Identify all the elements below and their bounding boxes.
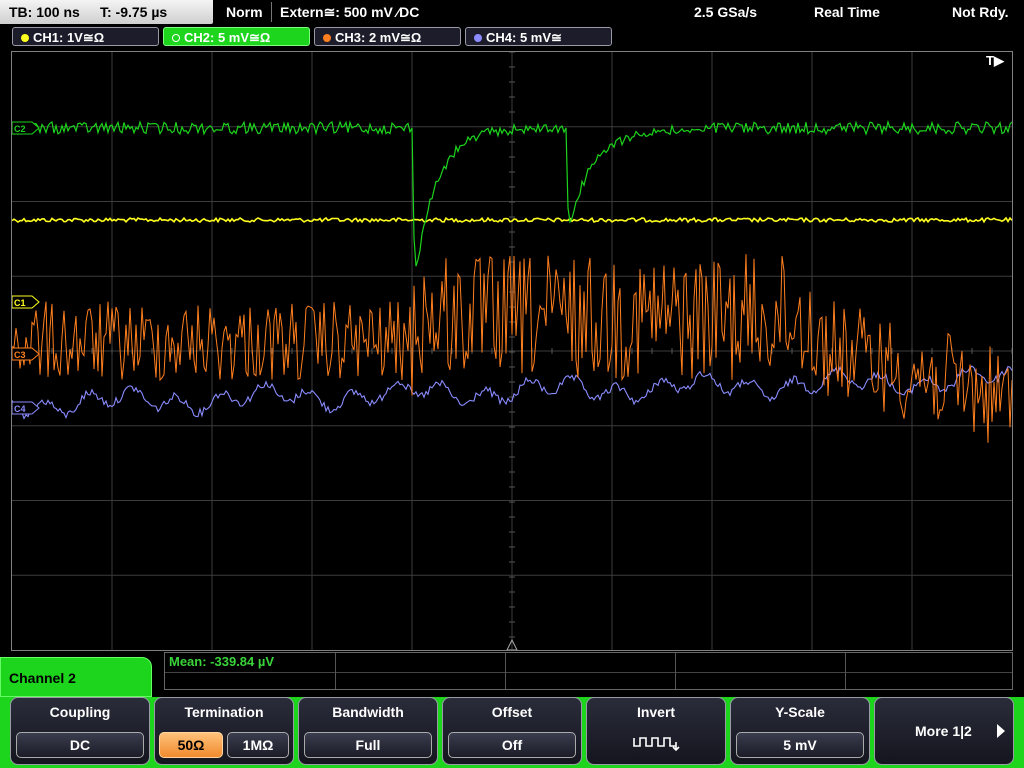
tab-ch3[interactable]: CH3: 2 mV≅Ω: [314, 27, 461, 46]
measurement-cell: [335, 653, 506, 689]
bandwidth-softkey[interactable]: Bandwidth Full: [298, 697, 438, 765]
tab-ch2[interactable]: CH2: 5 mV≅Ω: [163, 27, 310, 46]
measurement-panel: Mean: -339.84 µV: [164, 652, 1013, 690]
waveform-canvas[interactable]: C2 C1 C3 C4: [12, 52, 1012, 650]
termination-label: Termination: [184, 704, 264, 720]
timebase-label: TB: 100 ns: [9, 4, 80, 20]
ch2-dot-icon: [172, 34, 180, 42]
softkey-bar: Coupling DC Termination 50Ω 1MΩ Bandwidt…: [0, 697, 1024, 768]
channel-bar: CH1: 1V≅Ω CH2: 5 mV≅Ω CH3: 2 mV≅Ω CH4: 5…: [0, 24, 1024, 50]
yscale-softkey[interactable]: Y-Scale 5 mV: [730, 697, 870, 765]
coupling-value[interactable]: DC: [16, 732, 144, 758]
status-bar: TB: 100 ns T: -9.75 µs Norm Extern≅: 500…: [0, 0, 1024, 24]
ch1-label: CH1: 1V≅Ω: [33, 30, 105, 45]
ch2-label: CH2: 5 mV≅Ω: [184, 30, 271, 45]
invert-softkey[interactable]: Invert: [586, 697, 726, 765]
waveform-display[interactable]: C2 C1 C3 C4: [11, 51, 1013, 651]
tab-ch1[interactable]: CH1: 1V≅Ω: [12, 27, 159, 46]
bandwidth-label: Bandwidth: [332, 704, 404, 720]
acquisition-mode: Real Time: [814, 4, 880, 20]
offset-softkey[interactable]: Offset Off: [442, 697, 582, 765]
trigger-position-indicator: T▶: [986, 53, 1004, 68]
timebase-box[interactable]: TB: 100 ns T: -9.75 µs: [0, 0, 213, 24]
ch3-dot-icon: [323, 34, 331, 42]
bandwidth-value[interactable]: Full: [304, 732, 432, 758]
ch4-marker[interactable]: C4: [12, 401, 40, 415]
channel-marker-label: C1: [14, 298, 26, 308]
termination-50-ohm[interactable]: 50Ω: [159, 732, 223, 758]
trigger-time-label: T: -9.75 µs: [100, 4, 168, 20]
invert-label: Invert: [636, 704, 676, 720]
channel-marker-label: C3: [14, 350, 26, 360]
graticule: [12, 52, 1012, 650]
invert-waveform-icon: [633, 737, 680, 752]
offset-label: Offset: [491, 704, 533, 720]
ch3-label: CH3: 2 mV≅Ω: [335, 30, 422, 45]
menu-title: Channel 2: [0, 657, 152, 697]
ch1-marker[interactable]: C1: [12, 295, 40, 309]
right-arrow-icon: [997, 724, 1005, 738]
divider: [271, 2, 272, 22]
yscale-value[interactable]: 5 mV: [736, 732, 864, 758]
channel-marker-label: C4: [14, 404, 26, 414]
measurement-cell: Mean: -339.84 µV: [165, 653, 336, 689]
measurement-cell: [505, 653, 676, 689]
mean-value: Mean: -339.84 µV: [169, 654, 275, 669]
offset-value[interactable]: Off: [448, 732, 576, 758]
measurement-cell: [675, 653, 846, 689]
termination-softkey[interactable]: Termination 50Ω 1MΩ: [154, 697, 294, 765]
coupling-softkey[interactable]: Coupling DC: [10, 697, 150, 765]
trigger-source[interactable]: Extern≅: 500 mV ⁄DC: [280, 0, 419, 24]
ch4-dot-icon: [474, 34, 482, 42]
more-label: More 1|2: [915, 723, 972, 739]
yscale-label: Y-Scale: [775, 704, 825, 720]
tab-ch4[interactable]: CH4: 5 mV≅: [465, 27, 612, 46]
sample-rate: 2.5 GSa/s: [694, 4, 758, 20]
ch3-marker[interactable]: C3: [12, 347, 40, 361]
termination-1m-ohm[interactable]: 1MΩ: [227, 732, 289, 758]
trigger-mode[interactable]: Norm: [226, 0, 263, 24]
coupling-label: Coupling: [49, 704, 111, 720]
ch1-dot-icon: [21, 34, 29, 42]
channel-marker-label: C2: [14, 124, 26, 134]
more-softkey[interactable]: More 1|2: [874, 697, 1014, 765]
ch4-label: CH4: 5 mV≅: [486, 30, 562, 45]
acquisition-status: Not Rdy.: [952, 4, 1009, 20]
